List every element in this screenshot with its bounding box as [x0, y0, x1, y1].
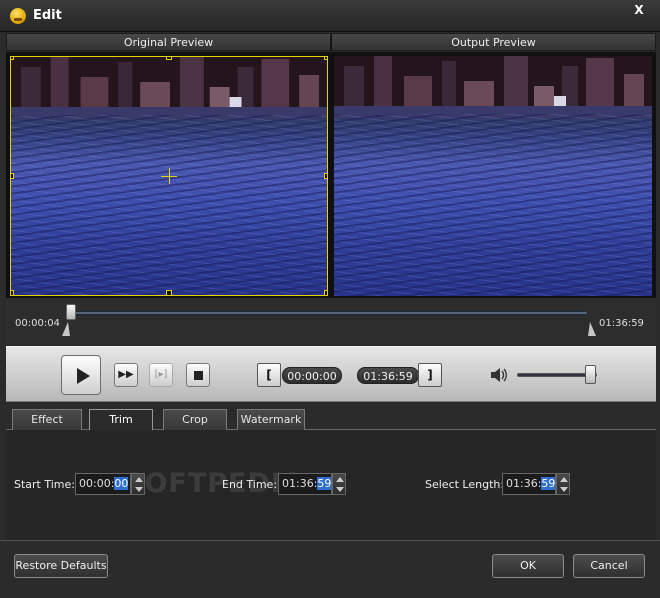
volume-slider[interactable]	[585, 365, 596, 384]
title-bar: Edit X	[0, 0, 660, 32]
start-time-display: 00:00:00	[282, 367, 342, 384]
start-time-spinner[interactable]	[131, 473, 145, 495]
end-time-label: End Time:	[222, 478, 278, 491]
original-preview-pane[interactable]	[10, 56, 328, 296]
end-time-selected: 59	[317, 477, 332, 490]
frame-step-button[interactable]: [▸]	[149, 363, 173, 387]
tab-effect[interactable]: Effect	[12, 409, 82, 430]
fast-forward-button[interactable]: ▶▶	[114, 363, 138, 387]
crop-handle-right[interactable]	[324, 173, 327, 179]
skyline-image	[334, 56, 652, 118]
start-time-selected: 00	[114, 477, 129, 490]
start-time-field[interactable]: 00:00:00	[75, 473, 131, 495]
trim-panel: SOFTPEDIA Start Time: 00:00:00 End Time:…	[6, 430, 656, 540]
set-end-button[interactable]: ]	[418, 363, 442, 387]
crosshair-icon	[169, 168, 170, 184]
footer: Restore Defaults OK Cancel	[0, 540, 660, 598]
timeline: 00:00:04 01:36:59	[6, 298, 656, 344]
play-button[interactable]	[61, 355, 101, 395]
original-preview-label: Original Preview	[6, 33, 331, 51]
app-logo-icon	[10, 8, 26, 24]
cancel-button[interactable]: Cancel	[573, 554, 645, 578]
output-preview-pane	[334, 56, 652, 296]
select-length-value: 01:36:	[506, 477, 542, 490]
water-texture	[334, 114, 652, 296]
skyline-image	[11, 57, 327, 119]
crop-handle-bl[interactable]	[11, 290, 14, 295]
select-length-label: Select Length:	[425, 478, 505, 491]
timeline-track[interactable]	[70, 311, 588, 315]
trim-start-marker-icon[interactable]	[62, 322, 70, 336]
select-length-spinner[interactable]	[556, 473, 570, 495]
end-time-value: 01:36:	[282, 477, 318, 490]
speaker-icon[interactable]	[490, 367, 508, 383]
trim-end-marker-icon[interactable]	[588, 322, 596, 336]
water-texture	[11, 115, 327, 295]
stop-button[interactable]	[186, 363, 210, 387]
end-time-display: 01:36:59	[357, 367, 419, 384]
restore-defaults-button[interactable]: Restore Defaults	[14, 554, 108, 578]
current-time: 00:00:04	[15, 318, 60, 329]
close-button[interactable]: X	[624, 2, 654, 18]
crop-handle-tr[interactable]	[324, 57, 327, 60]
crop-handle-tl[interactable]	[11, 57, 14, 60]
tab-crop[interactable]: Crop	[163, 409, 227, 430]
output-preview-label: Output Preview	[331, 33, 656, 51]
crop-handle-left[interactable]	[11, 173, 14, 179]
preview-headers: Original Preview Output Preview	[6, 33, 656, 51]
select-length-selected: 59	[541, 477, 556, 490]
ok-button[interactable]: OK	[492, 554, 564, 578]
set-start-button[interactable]: [	[257, 363, 281, 387]
preview-area	[6, 52, 656, 298]
total-time: 01:36:59	[599, 318, 644, 329]
tab-bar: Effect Trim Crop Watermark	[6, 402, 656, 431]
tab-watermark[interactable]: Watermark	[237, 409, 305, 430]
tab-trim[interactable]: Trim	[89, 409, 153, 431]
select-length-field[interactable]: 01:36:59	[502, 473, 556, 495]
crop-handle-top[interactable]	[166, 57, 172, 60]
window-title: Edit	[33, 8, 62, 23]
timeline-scrubber[interactable]	[66, 304, 76, 320]
crop-handle-bottom[interactable]	[166, 290, 172, 295]
stop-icon	[194, 371, 203, 380]
start-time-value: 00:00:	[79, 477, 115, 490]
crop-handle-br[interactable]	[324, 290, 327, 295]
end-time-spinner[interactable]	[332, 473, 346, 495]
video-frame	[334, 56, 652, 296]
start-time-label: Start Time:	[14, 478, 75, 491]
playback-controls: ▶▶ [▸] [ 00:00:00 01:36:59 ]	[6, 346, 656, 402]
end-time-field[interactable]: 01:36:59	[278, 473, 332, 495]
